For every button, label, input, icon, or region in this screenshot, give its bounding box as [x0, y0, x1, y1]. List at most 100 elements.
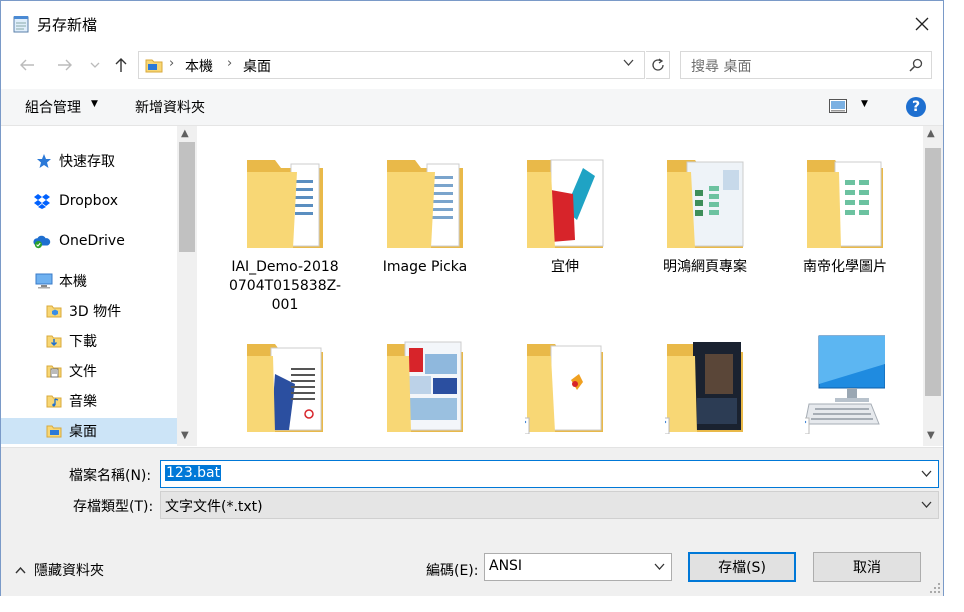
search-icon[interactable] — [909, 58, 923, 76]
arrow-left-icon — [20, 59, 34, 71]
scroll-down-icon[interactable]: ▼ — [181, 430, 189, 441]
view-options-icon[interactable] — [829, 99, 847, 117]
file-item[interactable] — [355, 334, 495, 446]
folder-icon — [385, 334, 465, 434]
nav-item-documents[interactable]: 文件 — [1, 358, 177, 384]
up-button[interactable] — [109, 53, 133, 77]
address-dropdown-icon[interactable] — [623, 56, 634, 69]
breadcrumb-separator: › — [227, 56, 233, 71]
forward-button[interactable] — [53, 53, 77, 77]
title-bar: 另存新檔 — [1, 1, 943, 45]
notepad-icon — [13, 15, 29, 33]
recent-locations-button[interactable] — [87, 53, 103, 77]
filetype-value: 文字文件(*.txt) — [165, 499, 263, 515]
help-icon[interactable]: ? — [906, 97, 926, 117]
folder-icon — [245, 150, 325, 250]
breadcrumb-this-pc[interactable]: 本機 — [185, 56, 213, 76]
save-button[interactable]: 存檔(S) — [688, 552, 796, 582]
chevron-down-icon — [654, 560, 665, 573]
file-item[interactable] — [635, 334, 775, 446]
scrollbar-thumb[interactable] — [925, 148, 941, 396]
nav-item-desktop[interactable]: 桌面 — [1, 418, 177, 444]
encoding-select[interactable]: ANSI — [484, 553, 672, 581]
scroll-down-icon[interactable]: ▼ — [927, 430, 935, 441]
file-item[interactable]: 南帝化學圖片 — [775, 150, 915, 320]
nav-item-dropbox[interactable]: Dropbox — [1, 188, 177, 214]
desktop-folder-icon — [45, 422, 63, 440]
resize-grip-icon[interactable] — [929, 582, 941, 594]
file-list-scrollbar[interactable]: ▲ ▼ — [923, 126, 943, 446]
music-icon — [45, 392, 63, 410]
arrow-up-icon — [115, 58, 127, 72]
encoding-label: 編碼(E): — [426, 563, 479, 579]
hide-folders-toggle[interactable]: 隱藏資料夾 — [15, 560, 104, 580]
view-dropdown-icon[interactable]: ▼ — [861, 99, 868, 109]
scroll-up-icon[interactable]: ▲ — [181, 128, 189, 139]
file-item[interactable] — [775, 334, 915, 446]
file-item[interactable] — [215, 334, 355, 446]
scrollbar-thumb[interactable] — [179, 142, 195, 252]
file-item[interactable]: 明鴻網頁專案 — [635, 150, 775, 320]
nav-item-3d-objects[interactable]: 3D 物件 — [1, 298, 177, 324]
save-as-dialog: 另存新檔 › 本機 › 桌面 搜尋 桌面 組合管理 ▼ 新增資料夾 ▼ ? 快速… — [0, 0, 944, 596]
close-icon — [915, 17, 929, 31]
3d-objects-icon — [45, 302, 63, 320]
folder-icon — [245, 334, 325, 434]
organize-menu[interactable]: 組合管理 — [25, 97, 81, 117]
cancel-button[interactable]: 取消 — [813, 552, 921, 582]
breadcrumb-desktop[interactable]: 桌面 — [243, 56, 271, 76]
window-title: 另存新檔 — [37, 16, 98, 34]
nav-item-label: Dropbox — [59, 193, 118, 209]
documents-icon — [45, 362, 63, 380]
star-icon — [35, 152, 53, 170]
command-toolbar: 組合管理 ▼ 新增資料夾 ▼ ? — [1, 89, 943, 126]
nav-item-label: 快速存取 — [59, 154, 115, 170]
nav-item-quick-access[interactable]: 快速存取 — [1, 148, 177, 174]
file-item[interactable]: Image Picka — [355, 150, 495, 320]
this-pc-shortcut-icon — [792, 334, 886, 435]
refresh-button[interactable] — [646, 51, 670, 79]
hide-folders-label: 隱藏資料夾 — [34, 563, 104, 579]
filename-label: 檔案名稱(N): — [69, 468, 152, 484]
chevron-down-icon[interactable] — [921, 467, 932, 480]
close-button[interactable] — [901, 7, 943, 41]
back-button[interactable] — [15, 53, 39, 77]
file-item[interactable] — [495, 334, 635, 446]
file-item[interactable]: IAI_Demo-2018 0704T015838Z- 001 — [215, 150, 355, 320]
refresh-icon — [651, 58, 664, 71]
address-bar[interactable]: › 本機 › 桌面 — [138, 51, 645, 79]
download-folder-icon — [45, 332, 63, 350]
filename-value[interactable]: 123.bat — [165, 465, 222, 481]
onedrive-cloud-icon — [33, 232, 51, 250]
computer-icon — [35, 272, 53, 290]
nav-item-onedrive[interactable]: OneDrive — [1, 228, 177, 254]
file-name: IAI_Demo-2018 0704T015838Z- 001 — [228, 259, 342, 313]
new-folder-button[interactable]: 新增資料夾 — [135, 97, 205, 117]
nav-item-this-pc[interactable]: 本機 — [1, 268, 177, 294]
nav-item-music[interactable]: 音樂 — [1, 388, 177, 414]
file-list: IAI_Demo-2018 0704T015838Z- 001 Image Pi… — [199, 126, 923, 446]
file-name: 宜伸 — [551, 259, 579, 275]
navigation-pane: 快速存取 Dropbox OneDrive 本機 3D 物件 下載 文件 音樂 … — [1, 126, 197, 446]
nav-item-label: OneDrive — [59, 233, 125, 249]
chevron-up-icon — [15, 564, 26, 577]
file-name: 南帝化學圖片 — [803, 259, 887, 275]
nav-item-label: 桌面 — [69, 424, 97, 440]
nav-item-label: 下載 — [69, 334, 97, 350]
nav-item-label: 音樂 — [69, 394, 97, 410]
nav-pane-scrollbar[interactable]: ▲ ▼ — [177, 126, 197, 446]
chevron-down-icon — [90, 62, 100, 68]
caret-down-icon: ▼ — [91, 99, 98, 109]
folder-icon — [525, 150, 605, 250]
filetype-select[interactable]: 文字文件(*.txt) — [160, 491, 939, 519]
encoding-value: ANSI — [489, 558, 523, 574]
filename-input[interactable]: 123.bat — [160, 460, 939, 488]
desktop-folder-icon — [145, 57, 163, 77]
file-item[interactable]: 宜伸 — [495, 150, 635, 320]
scroll-up-icon[interactable]: ▲ — [927, 128, 935, 139]
nav-item-downloads[interactable]: 下載 — [1, 328, 177, 354]
shortcut-folder-icon — [512, 334, 605, 435]
arrow-right-icon — [58, 59, 72, 71]
search-box[interactable]: 搜尋 桌面 — [680, 51, 932, 79]
dropbox-icon — [33, 192, 51, 210]
